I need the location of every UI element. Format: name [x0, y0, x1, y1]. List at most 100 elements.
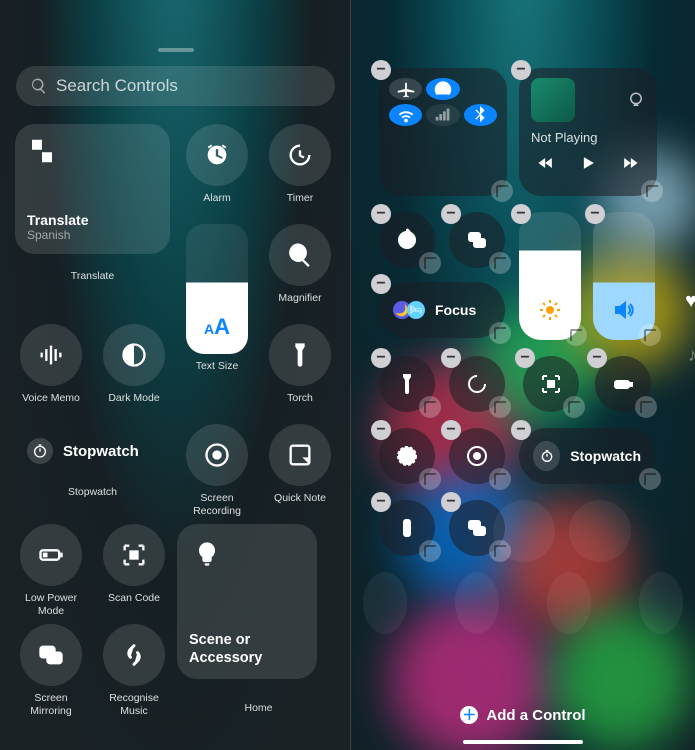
add-control-button[interactable]: ＋ Add a Control	[351, 706, 695, 724]
bluetooth-toggle[interactable]	[464, 104, 497, 126]
empty-slot[interactable]	[639, 572, 683, 634]
remove-flashlight[interactable]: −	[371, 348, 391, 368]
remove-timer[interactable]: −	[441, 348, 461, 368]
resize-handle[interactable]	[641, 180, 663, 202]
cellular-icon	[432, 104, 454, 126]
quick-note-tile[interactable]: Quick Note	[264, 424, 336, 518]
timer-tile-r[interactable]: −	[449, 356, 505, 412]
remove-stopwatch[interactable]: −	[511, 420, 531, 440]
voice-memo-tile[interactable]: Voice Memo	[15, 324, 87, 418]
remove-scan[interactable]: −	[515, 348, 535, 368]
empty-slot[interactable]	[569, 500, 631, 562]
empty-slot[interactable]	[455, 572, 499, 634]
qr-icon	[539, 372, 563, 396]
media-module[interactable]: − Not Playing	[519, 68, 657, 196]
wifi-toggle[interactable]	[389, 104, 422, 126]
sheet-grabber[interactable]	[158, 48, 194, 52]
low-power-tile[interactable]: Low Power Mode	[15, 524, 87, 618]
remove-volume[interactable]: −	[585, 204, 605, 224]
stopwatch-tile[interactable]: Stopwatch	[15, 424, 170, 478]
flashlight-icon	[286, 341, 314, 369]
airplay-icon[interactable]	[627, 91, 645, 109]
quick-note-label: Quick Note	[274, 492, 326, 505]
flashlight-tile-r[interactable]: −	[379, 356, 435, 412]
search-icon	[30, 77, 48, 95]
speaker-icon	[612, 298, 636, 322]
text-size-icon: AA	[204, 314, 230, 340]
screen-record-tile-r[interactable]: −	[449, 428, 505, 484]
resize-handle[interactable]	[565, 324, 587, 346]
scan-code-tile[interactable]: Scan Code	[98, 524, 170, 618]
volume-slider[interactable]: −	[593, 212, 655, 340]
screen-mirroring-tile-r[interactable]: −	[449, 212, 505, 268]
remove-lock[interactable]: −	[371, 420, 391, 440]
remove-low-power[interactable]: −	[587, 348, 607, 368]
dark-mode-tile[interactable]: Dark Mode	[98, 324, 170, 418]
rewind-button[interactable]	[536, 153, 556, 173]
home-indicator[interactable]	[463, 740, 583, 744]
connectivity-module[interactable]: −	[379, 68, 507, 196]
remove-media[interactable]: −	[511, 60, 531, 80]
magnifier-tile[interactable]: Magnifier	[264, 224, 336, 318]
resize-handle[interactable]	[635, 396, 657, 418]
remove-screen-mirroring[interactable]: −	[441, 204, 461, 224]
airplane-toggle[interactable]	[389, 78, 422, 100]
remote-tile-r[interactable]: −	[379, 500, 435, 556]
text-size-tile[interactable]: AA	[186, 224, 248, 354]
scan-code-tile-r[interactable]: −	[523, 356, 579, 412]
lock-tile-r[interactable]: −	[379, 428, 435, 484]
remove-focus[interactable]: −	[371, 274, 391, 294]
screen-recording-tile[interactable]: Screen Recording	[181, 424, 253, 518]
remove-connectivity[interactable]: −	[371, 60, 391, 80]
remove-remote[interactable]: −	[371, 492, 391, 512]
translate-title: Translate	[27, 212, 158, 228]
screen-mirroring-icon	[37, 641, 65, 669]
forward-button[interactable]	[620, 153, 640, 173]
torch-tile[interactable]: Torch	[264, 324, 336, 418]
timer-tile[interactable]: Timer	[264, 124, 336, 218]
empty-slot[interactable]	[363, 572, 407, 634]
recognise-music-label: Recognise Music	[109, 692, 159, 717]
recognise-music-tile[interactable]: Recognise Music	[98, 624, 170, 718]
empty-slot[interactable]	[547, 572, 591, 634]
remove-record[interactable]: −	[441, 420, 461, 440]
stopwatch-tile-r[interactable]: − Stopwatch	[519, 428, 655, 484]
resize-handle[interactable]	[491, 180, 513, 202]
search-controls-field[interactable]: Search Controls	[16, 66, 335, 106]
favorites-page-indicator[interactable]: ♥	[685, 290, 695, 313]
resize-handle[interactable]	[639, 324, 661, 346]
resize-handle[interactable]	[639, 468, 661, 490]
remove-brightness[interactable]: −	[511, 204, 531, 224]
remove-mirror[interactable]: −	[441, 492, 461, 512]
play-button[interactable]	[578, 153, 598, 173]
voice-memo-label: Voice Memo	[22, 392, 80, 405]
timer-icon	[286, 141, 314, 169]
translate-tile[interactable]: Translate Spanish	[15, 124, 170, 254]
resize-handle[interactable]	[419, 252, 441, 274]
low-power-tile-r[interactable]: −	[595, 356, 651, 412]
add-control-label: Add a Control	[486, 707, 585, 724]
media-page-indicator[interactable]: ♪	[688, 345, 695, 366]
scan-code-label: Scan Code	[108, 592, 160, 605]
focus-tile[interactable]: − 🌙 🛏 Focus	[379, 282, 505, 338]
resize-handle[interactable]	[419, 396, 441, 418]
resize-handle[interactable]	[489, 322, 511, 344]
screen-mirroring-tile[interactable]: Screen Mirroring	[15, 624, 87, 718]
airdrop-toggle[interactable]	[426, 78, 459, 100]
airdrop-icon	[432, 78, 454, 100]
rotation-lock-tile[interactable]: −	[379, 212, 435, 268]
brightness-slider[interactable]: −	[519, 212, 581, 340]
dark-mode-icon	[120, 341, 148, 369]
home-tile[interactable]: Scene or Accessory	[177, 524, 317, 679]
empty-slot[interactable]	[493, 500, 555, 562]
translate-caption: Translate	[15, 270, 170, 283]
resize-handle[interactable]	[489, 468, 511, 490]
resize-handle[interactable]	[419, 540, 441, 562]
cellular-data-toggle[interactable]	[426, 104, 459, 126]
resize-handle[interactable]	[489, 396, 511, 418]
resize-handle[interactable]	[419, 468, 441, 490]
alarm-tile[interactable]: Alarm	[181, 124, 253, 218]
remove-rotation-lock[interactable]: −	[371, 204, 391, 224]
resize-handle[interactable]	[489, 252, 511, 274]
resize-handle[interactable]	[563, 396, 585, 418]
